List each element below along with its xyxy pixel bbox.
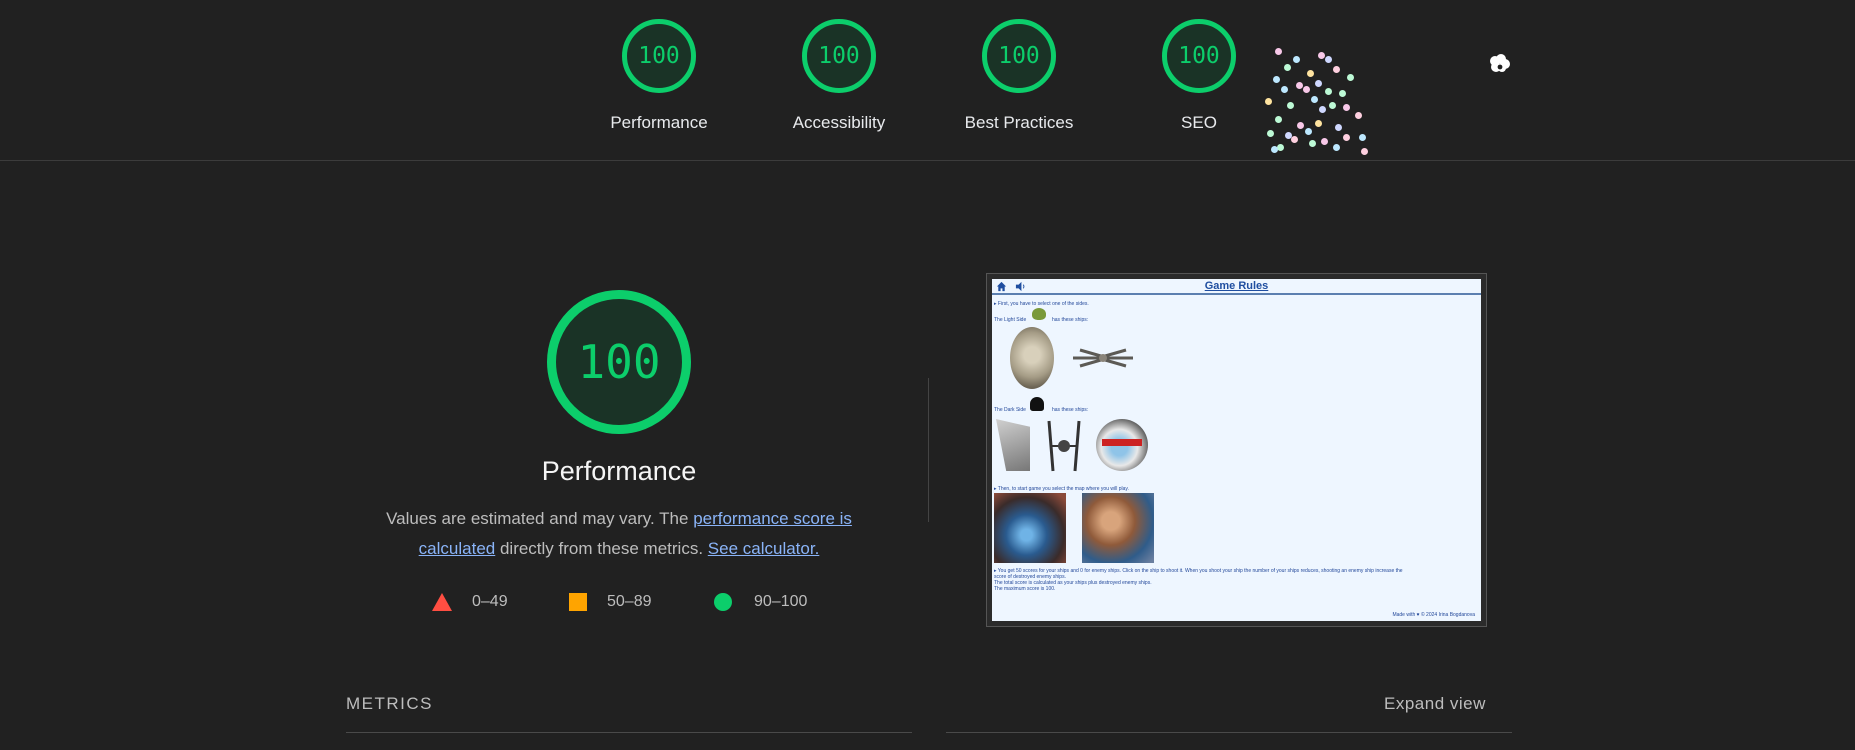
final-screenshot[interactable]: Game Rules ▸ First, you have to select o… — [986, 273, 1487, 627]
lighthouse-icon — [1490, 54, 1510, 72]
vertical-divider — [928, 378, 929, 522]
legend-average: 50–89 — [569, 593, 652, 611]
performance-gauge-large: 100 — [547, 290, 691, 434]
legend-average-range: 50–89 — [607, 593, 652, 610]
description-text: directly from these metrics. — [495, 539, 708, 558]
average-square-icon — [569, 593, 587, 611]
legend-pass-range: 90–100 — [754, 593, 808, 610]
map-line: ▸ Then, to start game you select the map… — [994, 486, 1129, 492]
x-wing-drawing — [1073, 348, 1133, 368]
top-score-header: 100 Performance 100 Accessibility 100 Be… — [0, 0, 1855, 161]
description-text: Values are estimated and may vary. The — [386, 509, 694, 528]
screenshot-page: Game Rules ▸ First, you have to select o… — [992, 279, 1481, 621]
gauge-ring: 100 — [1162, 19, 1236, 93]
screenshot-footer: Made with ♥ © 2024 Irina Bogdanova — [1392, 612, 1475, 618]
legend-fail: 0–49 — [432, 593, 508, 611]
map-bubble-nebula[interactable] — [994, 493, 1066, 563]
gauge-label: Best Practices — [964, 113, 1074, 132]
gauge-score: 100 — [638, 43, 680, 69]
gauge-score: 100 — [818, 43, 860, 69]
metrics-divider-right — [946, 732, 1512, 733]
gauge-ring: 100 — [802, 19, 876, 93]
rules-line: ▸ First, you have to select one of the s… — [994, 301, 1089, 307]
dark-side-label: The Dark Side — [994, 407, 1026, 413]
confetti-fireworks — [1255, 40, 1375, 160]
gauge-label: Performance — [610, 113, 708, 132]
gauge-performance[interactable]: 100 Performance — [589, 19, 729, 133]
see-calculator-link[interactable]: See calculator. — [708, 539, 820, 558]
pass-circle-icon — [714, 593, 732, 611]
performance-description: Values are estimated and may vary. The p… — [360, 504, 878, 564]
expand-view-toggle[interactable]: Expand view — [1384, 694, 1486, 714]
vader-image — [1030, 397, 1044, 411]
legend-fail-range: 0–49 — [472, 593, 508, 610]
gauge-label: Accessibility — [792, 113, 886, 132]
gauge-ring: 100 — [622, 19, 696, 93]
screenshot-header: Game Rules — [992, 279, 1481, 295]
score-line: The maximum score is 100. — [994, 586, 1056, 592]
gauge-ring: 100 — [982, 19, 1056, 93]
battleship-stripe — [1102, 439, 1142, 446]
screenshot-title: Game Rules — [1204, 280, 1269, 292]
gauge-score: 100 — [1178, 43, 1220, 69]
light-side-label: The Light Side — [994, 317, 1027, 323]
light-side-tail: has these ships: — [1052, 317, 1089, 323]
x-wing-image — [1068, 347, 1138, 369]
lighthouse-menu-icon[interactable] — [1488, 52, 1512, 76]
legend-pass: 90–100 — [714, 593, 807, 611]
gauge-label: SEO — [1181, 113, 1217, 132]
fail-triangle-icon — [432, 593, 452, 611]
yoda-image — [1032, 308, 1046, 320]
gauge-score: 100 — [998, 43, 1040, 69]
battleship-image — [1096, 419, 1148, 471]
tie-fighter-image — [1044, 419, 1084, 473]
map-carina-nebula[interactable] — [1082, 493, 1154, 563]
gauge-best-practices[interactable]: 100 Best Practices — [949, 19, 1089, 133]
performance-score: 100 — [577, 335, 661, 389]
metrics-heading: METRICS — [346, 694, 433, 713]
tie-fighter-drawing — [1047, 420, 1081, 472]
star-destroyer-image — [996, 419, 1030, 471]
gauge-seo[interactable]: 100 SEO — [1129, 19, 1269, 133]
performance-title: Performance — [541, 456, 697, 486]
gauge-accessibility[interactable]: 100 Accessibility — [769, 19, 909, 133]
millennium-falcon-image — [1010, 327, 1054, 389]
metrics-divider-left — [346, 732, 912, 733]
dark-side-tail: has these ships: — [1052, 407, 1089, 413]
